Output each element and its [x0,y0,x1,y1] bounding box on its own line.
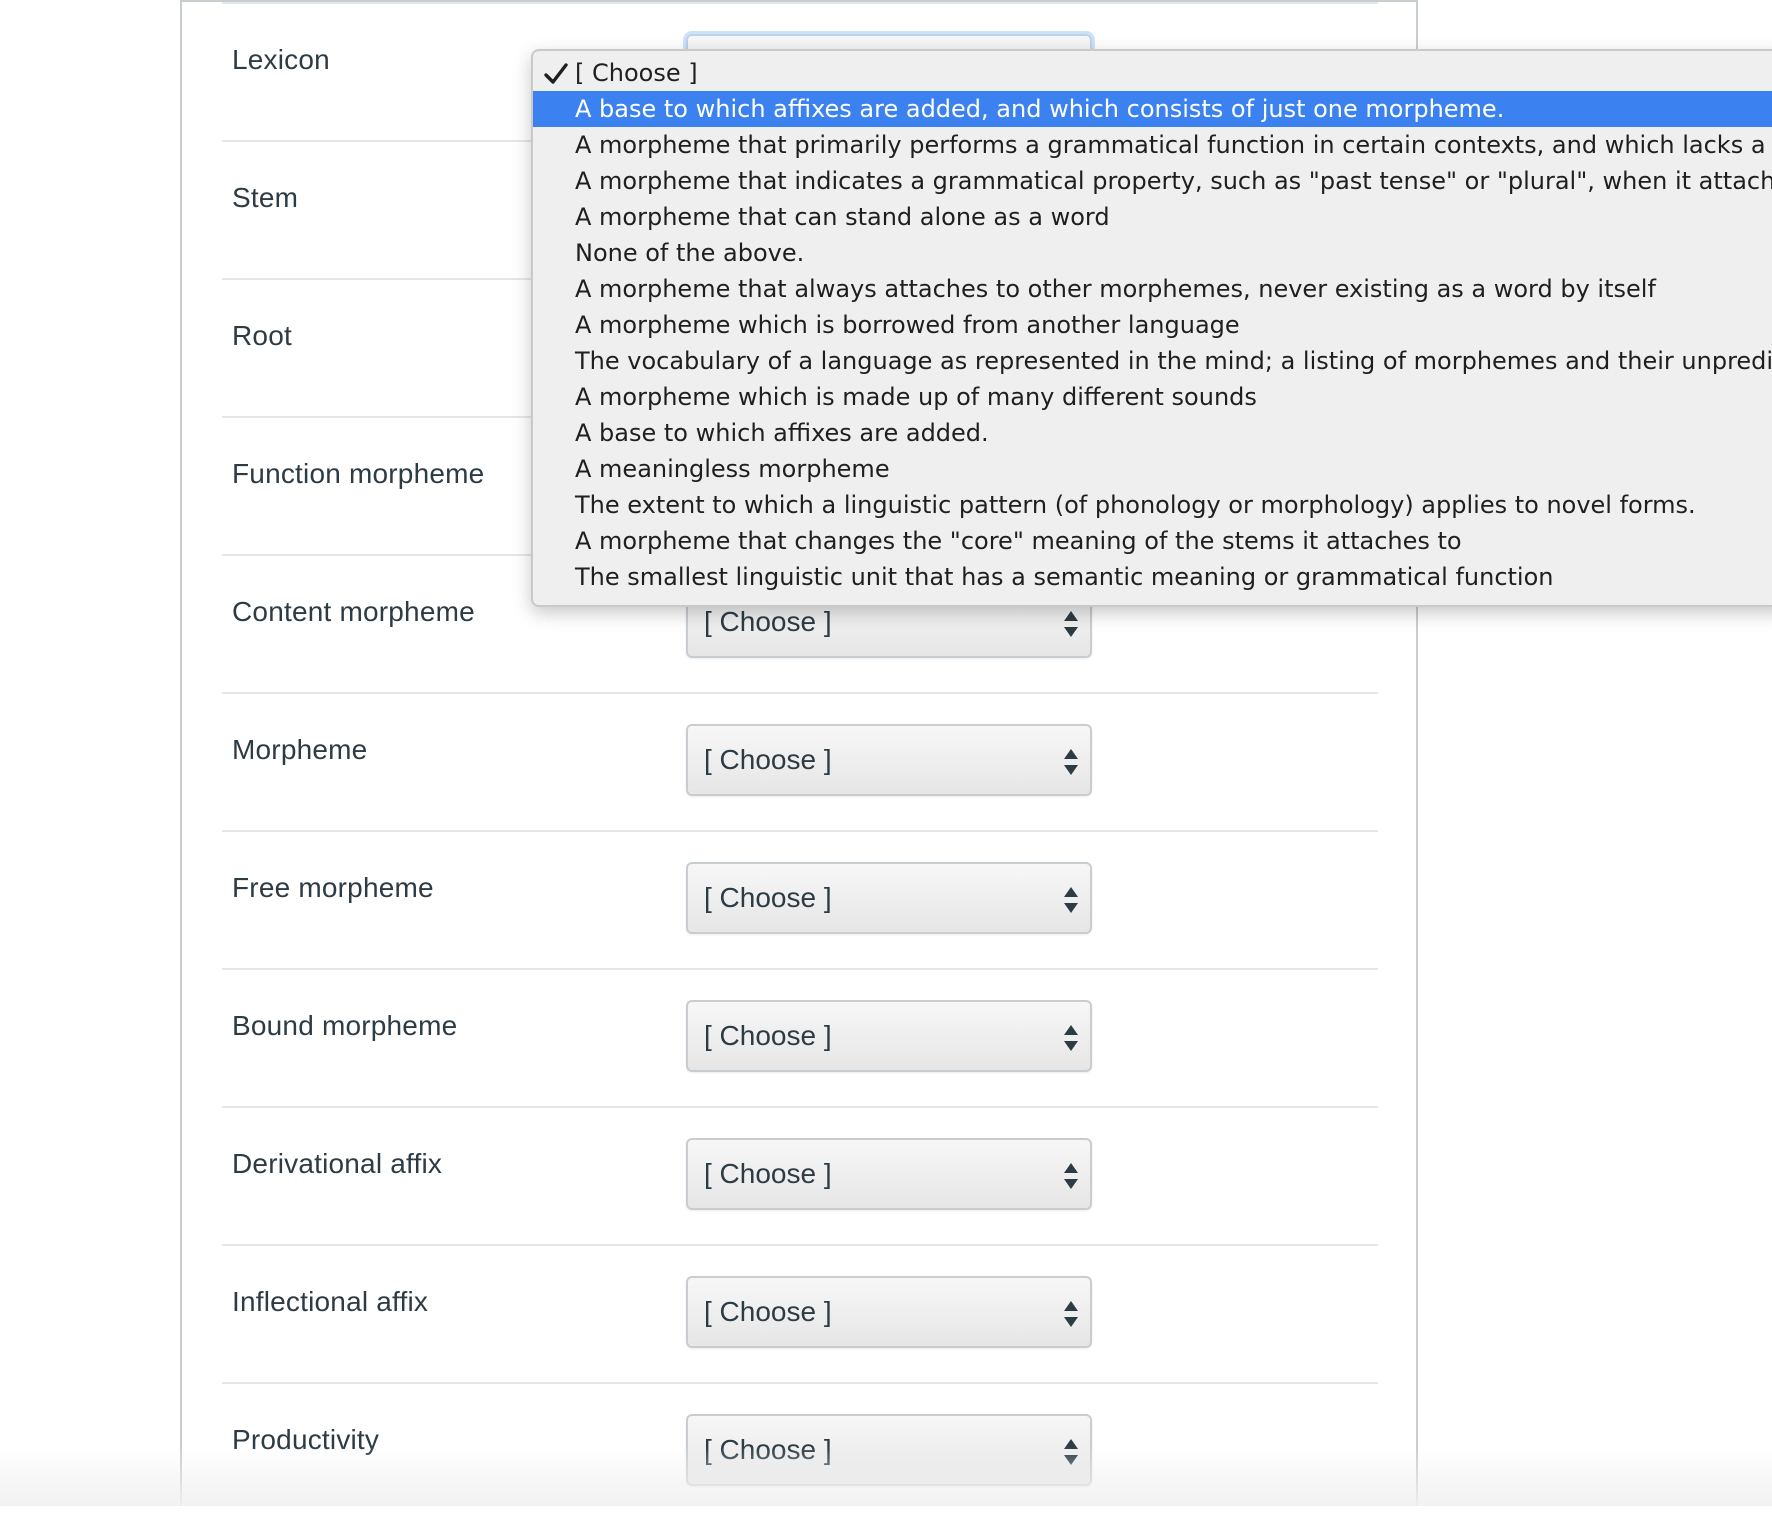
checkmark-icon [543,61,569,87]
dropdown-option-label: The smallest linguistic unit that has a … [575,563,1554,591]
dropdown-option[interactable]: A morpheme that indicates a grammatical … [533,163,1772,199]
dropdown-option-label: A meaningless morpheme [575,455,890,483]
match-row: Morpheme [ Choose ] [222,692,1378,830]
term-label: Bound morpheme [232,1010,458,1041]
dropdown-option[interactable]: [ Choose ] [533,55,1772,91]
dropdown-option-label: A morpheme that primarily performs a gra… [575,131,1772,159]
match-row: Inflectional affix [ Choose ] [222,1244,1378,1382]
answer-select[interactable]: [ Choose ] [686,1138,1092,1210]
select-value: [ Choose ] [704,882,832,913]
dropdown-option[interactable]: A base to which affixes are added. [533,415,1772,451]
dropdown-option[interactable]: A morpheme that can stand alone as a wor… [533,199,1772,235]
answer-select[interactable]: [ Choose ] [686,1000,1092,1072]
match-row: Free morpheme [ Choose ] [222,830,1378,968]
select-dropdown-menu[interactable]: [ Choose ] A base to which affixes are ad… [531,49,1772,607]
term-label: Function morpheme [232,458,485,489]
answer-select[interactable]: [ Choose ] [686,724,1092,796]
match-row: Productivity [ Choose ] [222,1382,1378,1520]
term-label: Stem [232,182,299,213]
term-label: Derivational affix [232,1148,443,1179]
term-label: Content morpheme [232,596,475,627]
dropdown-option-label: A morpheme that always attaches to other… [575,275,1656,303]
dropdown-option-label: A morpheme which is made up of many diff… [575,383,1257,411]
updown-chevron-icon [1062,1161,1080,1191]
dropdown-option-label: A morpheme that changes the "core" meani… [575,527,1462,555]
select-value: [ Choose ] [704,606,832,637]
dropdown-option-label: A morpheme that indicates a grammatical … [575,167,1772,195]
dropdown-option-label: A morpheme that can stand alone as a wor… [575,203,1110,231]
select-value: [ Choose ] [704,1158,832,1189]
dropdown-option[interactable]: The vocabulary of a language as represen… [533,343,1772,379]
answer-select[interactable]: [ Choose ] [686,1276,1092,1348]
dropdown-option-label: The extent to which a linguistic pattern… [575,491,1696,519]
term-label: Morpheme [232,734,368,765]
answer-select[interactable]: [ Choose ] [686,1414,1092,1486]
updown-chevron-icon [1062,609,1080,639]
dropdown-option[interactable]: The smallest linguistic unit that has a … [533,559,1772,595]
dropdown-option[interactable]: The extent to which a linguistic pattern… [533,487,1772,523]
dropdown-option-label: None of the above. [575,239,805,267]
dropdown-option[interactable]: A morpheme which is made up of many diff… [533,379,1772,415]
answer-select[interactable]: [ Choose ] [686,862,1092,934]
dropdown-option[interactable]: A base to which affixes are added, and w… [533,91,1772,127]
dropdown-option-label: A base to which affixes are added. [575,419,989,447]
term-label: Productivity [232,1424,380,1455]
dropdown-option[interactable]: A morpheme that changes the "core" meani… [533,523,1772,559]
term-label: Inflectional affix [232,1286,429,1317]
updown-chevron-icon [1062,1023,1080,1053]
select-value: [ Choose ] [704,1434,832,1465]
select-value: [ Choose ] [704,744,832,775]
dropdown-option-label: [ Choose ] [575,59,698,87]
updown-chevron-icon [1062,747,1080,777]
select-value: [ Choose ] [704,1020,832,1051]
dropdown-option-label: A base to which affixes are added, and w… [575,95,1505,123]
dropdown-option-label: The vocabulary of a language as represen… [575,347,1772,375]
match-row: Derivational affix [ Choose ] [222,1106,1378,1244]
term-label: Lexicon [232,44,330,75]
dropdown-option[interactable]: A meaningless morpheme [533,451,1772,487]
page-left-gutter [0,0,180,1506]
match-row: Bound morpheme [ Choose ] [222,968,1378,1106]
updown-chevron-icon [1062,885,1080,915]
dropdown-option[interactable]: A morpheme that primarily performs a gra… [533,127,1772,163]
updown-chevron-icon [1062,1299,1080,1329]
term-label: Free morpheme [232,872,434,903]
term-label: Root [232,320,292,351]
select-value: [ Choose ] [704,1296,832,1327]
dropdown-option[interactable]: A morpheme that always attaches to other… [533,271,1772,307]
updown-chevron-icon [1062,1437,1080,1467]
dropdown-option-label: A morpheme which is borrowed from anothe… [575,311,1240,339]
dropdown-option[interactable]: None of the above. [533,235,1772,271]
dropdown-option[interactable]: A morpheme which is borrowed from anothe… [533,307,1772,343]
